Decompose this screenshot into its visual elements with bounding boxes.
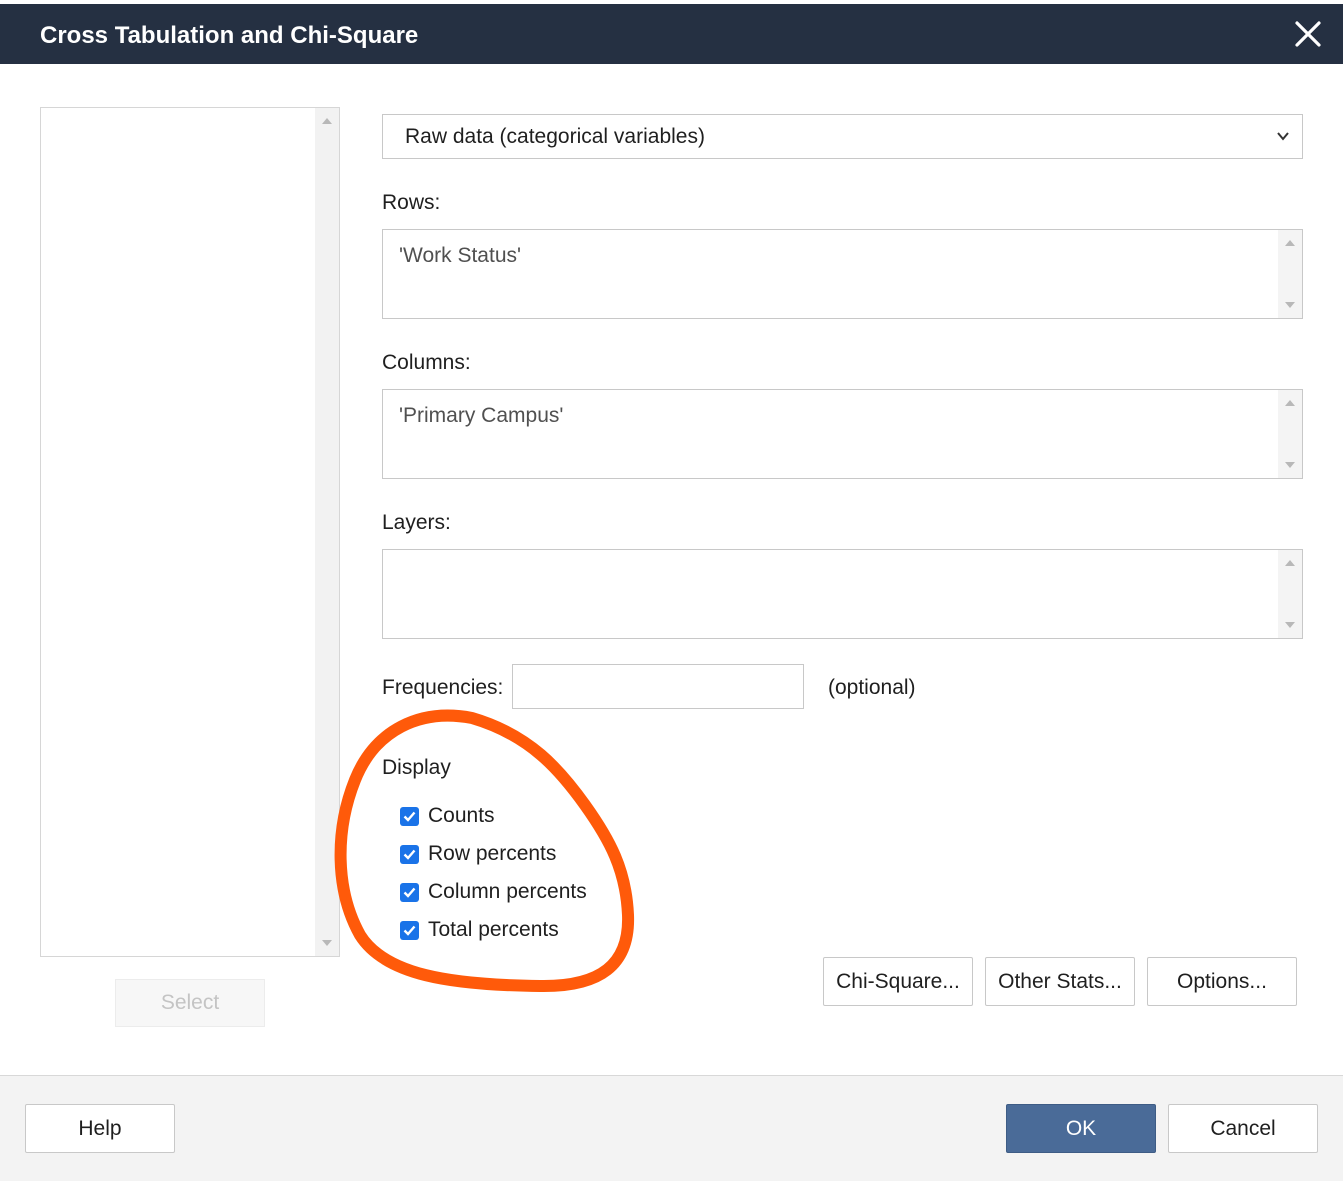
frequencies-hint: (optional) bbox=[828, 676, 916, 699]
select-button[interactable]: Select bbox=[115, 979, 265, 1027]
cancel-button[interactable]: Cancel bbox=[1168, 1104, 1318, 1153]
checkbox-box[interactable] bbox=[400, 882, 419, 902]
rows-field-scrollbar[interactable] bbox=[1278, 230, 1302, 318]
window-title: Cross Tabulation and Chi-Square bbox=[40, 22, 419, 49]
counts-checkbox[interactable]: Counts bbox=[400, 801, 495, 831]
layers-field-scrollbar[interactable] bbox=[1278, 550, 1302, 638]
chi-square-button[interactable]: Chi-Square... bbox=[823, 957, 973, 1006]
total-percents-label: Total percents bbox=[428, 918, 559, 941]
dialog-footer: Help OK Cancel bbox=[0, 1075, 1343, 1181]
options-button[interactable]: Options... bbox=[1147, 957, 1297, 1006]
row-percents-checkbox[interactable]: Row percents bbox=[400, 839, 556, 869]
variables-list-scrollbar[interactable] bbox=[315, 108, 339, 956]
checkbox-box[interactable] bbox=[400, 920, 419, 940]
scroll-up-icon[interactable] bbox=[1285, 400, 1295, 406]
counts-label: Counts bbox=[428, 804, 495, 827]
columns-field-scrollbar[interactable] bbox=[1278, 390, 1302, 478]
title-bar: Cross Tabulation and Chi-Square bbox=[0, 0, 1343, 64]
data-type-selected: Raw data (categorical variables) bbox=[405, 124, 705, 148]
other-stats-button[interactable]: Other Stats... bbox=[985, 957, 1135, 1006]
scroll-up-icon[interactable] bbox=[1285, 560, 1295, 566]
variables-list[interactable] bbox=[40, 107, 340, 957]
checkmark-icon bbox=[403, 849, 416, 860]
help-button[interactable]: Help bbox=[25, 1104, 175, 1153]
total-percents-checkbox[interactable]: Total percents bbox=[400, 915, 559, 945]
display-label: Display bbox=[382, 756, 451, 779]
scroll-up-icon[interactable] bbox=[1285, 240, 1295, 246]
scroll-down-icon[interactable] bbox=[1285, 462, 1295, 468]
checkbox-box[interactable] bbox=[400, 806, 419, 826]
rows-field[interactable]: 'Work Status' bbox=[382, 229, 1303, 319]
columns-field[interactable]: 'Primary Campus' bbox=[382, 389, 1303, 479]
checkmark-icon bbox=[403, 811, 416, 822]
rows-value: 'Work Status' bbox=[399, 244, 522, 267]
row-percents-label: Row percents bbox=[428, 842, 557, 865]
scroll-up-icon[interactable] bbox=[322, 118, 332, 124]
scroll-down-icon[interactable] bbox=[322, 940, 332, 946]
rows-label: Rows: bbox=[382, 191, 441, 214]
column-percents-checkbox[interactable]: Column percents bbox=[400, 877, 587, 907]
column-percents-label: Column percents bbox=[428, 880, 587, 903]
chevron-down-icon bbox=[1277, 132, 1289, 141]
checkmark-icon bbox=[403, 887, 416, 898]
data-type-dropdown[interactable]: Raw data (categorical variables) bbox=[382, 114, 1303, 159]
checkmark-icon bbox=[403, 925, 416, 936]
layers-label: Layers: bbox=[382, 511, 451, 534]
scroll-down-icon[interactable] bbox=[1285, 622, 1295, 628]
ok-button[interactable]: OK bbox=[1006, 1104, 1156, 1153]
close-button[interactable] bbox=[1290, 16, 1326, 52]
checkbox-box[interactable] bbox=[400, 844, 419, 864]
layers-field[interactable] bbox=[382, 549, 1303, 639]
frequencies-input[interactable] bbox=[512, 664, 804, 709]
columns-label: Columns: bbox=[382, 351, 471, 374]
frequencies-label: Frequencies: bbox=[382, 676, 504, 699]
columns-value: 'Primary Campus' bbox=[399, 404, 564, 427]
close-icon bbox=[1295, 21, 1321, 47]
scroll-down-icon[interactable] bbox=[1285, 302, 1295, 308]
